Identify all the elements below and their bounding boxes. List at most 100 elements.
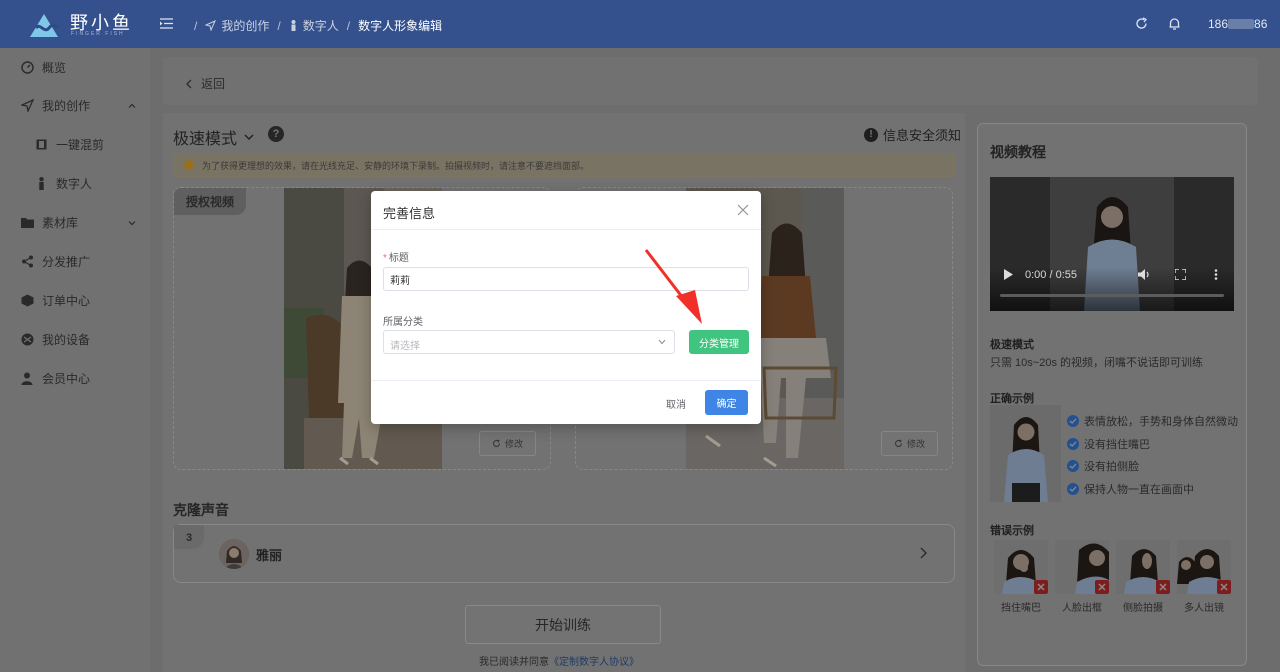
voice-name: 雅丽: [256, 548, 283, 563]
check-icon: [1067, 415, 1079, 427]
back-button[interactable]: 返回: [185, 75, 225, 92]
agreement-prefix: 我已阅读并同意: [479, 657, 549, 668]
play-icon[interactable]: [1004, 269, 1013, 280]
category-select[interactable]: 请选择: [383, 330, 675, 354]
check-icon: [1067, 438, 1079, 450]
correct-item-label: 没有拍侧脸: [1084, 461, 1139, 473]
confirm-button[interactable]: 确定: [705, 390, 748, 415]
voice-count-badge: 3: [174, 525, 204, 549]
wrong-example-label: 挡住嘴巴: [1001, 603, 1041, 614]
breadcrumb-label: 我的创作: [221, 19, 270, 33]
sidebar-item-material-library[interactable]: 素材库: [0, 203, 150, 242]
bell-icon[interactable]: [1167, 16, 1182, 31]
wrong-example-image: [994, 540, 1048, 594]
sidebar-item-digital-human[interactable]: 数字人: [0, 164, 150, 203]
title-input[interactable]: [383, 267, 749, 291]
sidebar-item-my-devices[interactable]: 我的设备: [0, 320, 150, 359]
breadcrumb-label: 数字人: [302, 19, 339, 33]
wrong-example-label: 侧脸拍摄: [1123, 603, 1163, 614]
correct-example-image: [990, 405, 1061, 502]
folder-icon: [20, 216, 34, 230]
fast-mode-description: 只需 10s~20s 的视频，闭嘴不说话即可训练: [990, 357, 1204, 369]
sidebar-item-label: 一键混剪: [56, 138, 105, 152]
agreement-link[interactable]: 《定制数字人协议》: [549, 657, 639, 668]
sidebar-item-my-creation[interactable]: 我的创作: [0, 86, 150, 125]
correct-item-label: 表情放松，手势和身体自然微动: [1084, 416, 1238, 428]
category-manage-button[interactable]: 分类管理: [689, 330, 749, 354]
sidebar-item-overview[interactable]: 概览: [0, 48, 150, 87]
sidebar-item-label: 数字人: [56, 177, 93, 191]
user-phone-suffix: 86: [1254, 17, 1268, 31]
correct-item: 保持人物一直在画面中: [1067, 481, 1194, 497]
recording-notice: 为了获得更理想的效果，请在光线充足、安静的环境下录制。拍摄视频时，请注意不要遮挡…: [173, 153, 955, 177]
refresh-icon: [492, 439, 500, 447]
dialog-divider: [371, 380, 761, 381]
sidebar-item-membership[interactable]: 会员中心: [0, 359, 150, 398]
sidebar-item-orders[interactable]: 订单中心: [0, 281, 150, 320]
edit-label: 修改: [504, 439, 523, 449]
breadcrumb-current: 数字人形象编辑: [358, 19, 443, 33]
voice-selector[interactable]: 3 雅丽: [173, 524, 955, 583]
correct-item: 表情放松，手势和身体自然微动: [1067, 413, 1238, 429]
tutorial-video-player[interactable]: 0:00 / 0:55: [990, 177, 1234, 311]
clone-voice-title: 克隆声音: [173, 502, 229, 518]
sidebar-item-label: 我的设备: [42, 333, 91, 347]
category-field-label: 所属分类: [383, 317, 423, 328]
dashboard-icon: [20, 61, 34, 75]
share-icon: [20, 255, 34, 269]
help-icon[interactable]: ?: [268, 126, 284, 142]
alert-icon: !: [864, 127, 878, 142]
close-icon[interactable]: [737, 204, 749, 216]
category-placeholder: 请选择: [390, 341, 420, 352]
send-icon: [205, 20, 217, 31]
back-bar: 返回: [163, 57, 1258, 105]
mode-selector[interactable]: 极速模式: [173, 125, 255, 149]
correct-item-label: 没有挡住嘴巴: [1084, 439, 1150, 451]
user-icon: [20, 372, 34, 386]
dialog-title: 完善信息: [383, 206, 436, 221]
chevron-down-icon: [128, 220, 136, 225]
check-icon: [1067, 483, 1079, 495]
send-icon: [20, 99, 34, 113]
security-notice-link[interactable]: ! 信息安全须知: [864, 125, 961, 144]
fast-mode-heading: 极速模式: [990, 339, 1034, 351]
breadcrumb-digital-human[interactable]: 数字人: [289, 17, 339, 34]
edit-button[interactable]: 修改: [881, 431, 938, 456]
chevron-left-icon: [186, 79, 192, 88]
user-phone-prefix: 186: [1208, 17, 1229, 31]
title-field-label: * 标题: [383, 249, 409, 264]
fullscreen-icon[interactable]: [1175, 269, 1186, 280]
warning-icon: [184, 160, 194, 170]
breadcrumb-my-creation[interactable]: 我的创作: [205, 17, 269, 34]
menu-toggle-icon[interactable]: [160, 17, 173, 30]
correct-item: 没有挡住嘴巴: [1067, 436, 1150, 452]
cancel-button[interactable]: 取消: [658, 391, 694, 415]
person-icon: [34, 177, 48, 191]
chevron-down-icon: [244, 134, 254, 141]
refresh-icon[interactable]: [1134, 16, 1149, 31]
wrong-example-heading: 错误示例: [990, 525, 1034, 537]
edit-button[interactable]: 修改: [479, 431, 536, 456]
refresh-icon: [894, 439, 902, 447]
notice-text: 为了获得更理想的效果，请在光线充足、安静的环境下录制。拍摄视频时，请注意不要遮挡…: [202, 160, 590, 171]
sidebar-item-label: 分发推广: [42, 255, 91, 269]
chevron-right-icon: [920, 547, 927, 559]
sidebar-item-distribution[interactable]: 分发推广: [0, 242, 150, 281]
correct-example-heading: 正确示例: [990, 393, 1034, 405]
volume-icon[interactable]: [1138, 269, 1150, 280]
sidebar-item-quick-mix[interactable]: 一键混剪: [0, 125, 150, 164]
tutorial-title: 视频教程: [990, 144, 1046, 160]
chevron-down-icon: [658, 339, 666, 345]
start-training-button[interactable]: 开始训练: [465, 605, 661, 644]
wrong-example-image: [1055, 540, 1109, 594]
check-icon: [1067, 460, 1079, 472]
more-options-icon[interactable]: [1214, 269, 1218, 280]
edit-label: 修改: [906, 439, 925, 449]
sidebar-item-label: 订单中心: [42, 294, 91, 308]
title-label-text: 标题: [388, 253, 409, 264]
sidebar-item-label: 素材库: [42, 216, 79, 230]
chevron-up-icon: [128, 103, 136, 108]
video-progress-bar[interactable]: [1000, 294, 1224, 297]
user-account[interactable]: 186 86: [1208, 17, 1267, 31]
top-header: 野小鱼 FINGER FISH / 我的创作 / 数字人 / 数字人形象编辑 1…: [0, 0, 1280, 48]
